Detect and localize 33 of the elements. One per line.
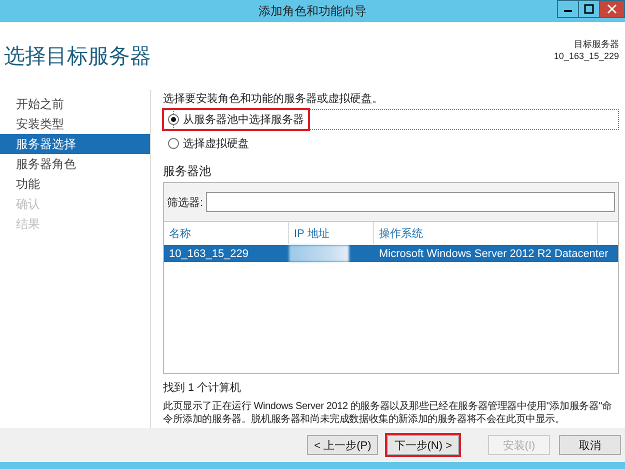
table-cell-text: Microsoft Windows Server 2012 R2 Datacenter	[378, 248, 610, 260]
target-value: 10_163_15_229	[554, 50, 619, 60]
maximize-button[interactable]	[578, 0, 600, 18]
description-text: 此页显示了正在运行 Windows Server 2012 的服务器以及那些已经在服务器管理器中使用"添加服务器"命令所添加的服务器。脱机服务器和尚未完成数据收集的新添加的服务器将不会在此页中显示。	[163, 400, 613, 426]
minimize-button[interactable]	[557, 0, 579, 18]
sidebar-item[interactable]: 服务器角色	[0, 154, 150, 174]
radio-option[interactable]: 选择虚拟硬盘	[164, 134, 253, 153]
close-icon	[607, 4, 617, 14]
instruction-text: 选择要安装角色和功能的服务器或虚拟硬盘。	[163, 92, 384, 106]
column-header[interactable]: IP 地址	[289, 222, 374, 244]
table-cell-text: 10_163_15_229	[168, 248, 250, 260]
column-header[interactable]: 操作系统	[374, 222, 598, 244]
sidebar-item[interactable]: 服务器选择	[0, 134, 150, 154]
section-title: 服务器池	[163, 163, 212, 180]
radio-button[interactable]	[168, 114, 179, 125]
wizard-button[interactable]: < 上一步(P)	[307, 435, 378, 455]
wizard-button[interactable]: 下一步(N) >	[387, 435, 459, 455]
filter-field[interactable]	[206, 192, 615, 212]
sidebar-item[interactable]: 功能	[0, 174, 150, 194]
radio-option[interactable]: 从服务器池中选择服务器	[164, 110, 308, 129]
page-title: 选择目标服务器	[4, 44, 151, 70]
sidebar-item[interactable]: 开始之前	[0, 94, 150, 114]
column-header[interactable]: 名称	[164, 222, 289, 244]
window-title: 添加角色和功能向导	[258, 2, 366, 20]
target-label: 目标服务器	[574, 38, 619, 50]
sidebar-item[interactable]: 安装类型	[0, 114, 150, 134]
table-row[interactable]: 10_163_15_229 Microsoft Windows Server 2012 R2 Datacenter	[164, 245, 618, 262]
maximize-icon	[584, 4, 594, 14]
radio-button[interactable]	[168, 138, 179, 149]
result-count: 找到 1 个计算机	[163, 381, 242, 395]
wizard-button[interactable]: 取消	[559, 435, 621, 455]
close-button[interactable]	[599, 0, 625, 18]
filter-label: 筛选器:	[167, 196, 204, 210]
